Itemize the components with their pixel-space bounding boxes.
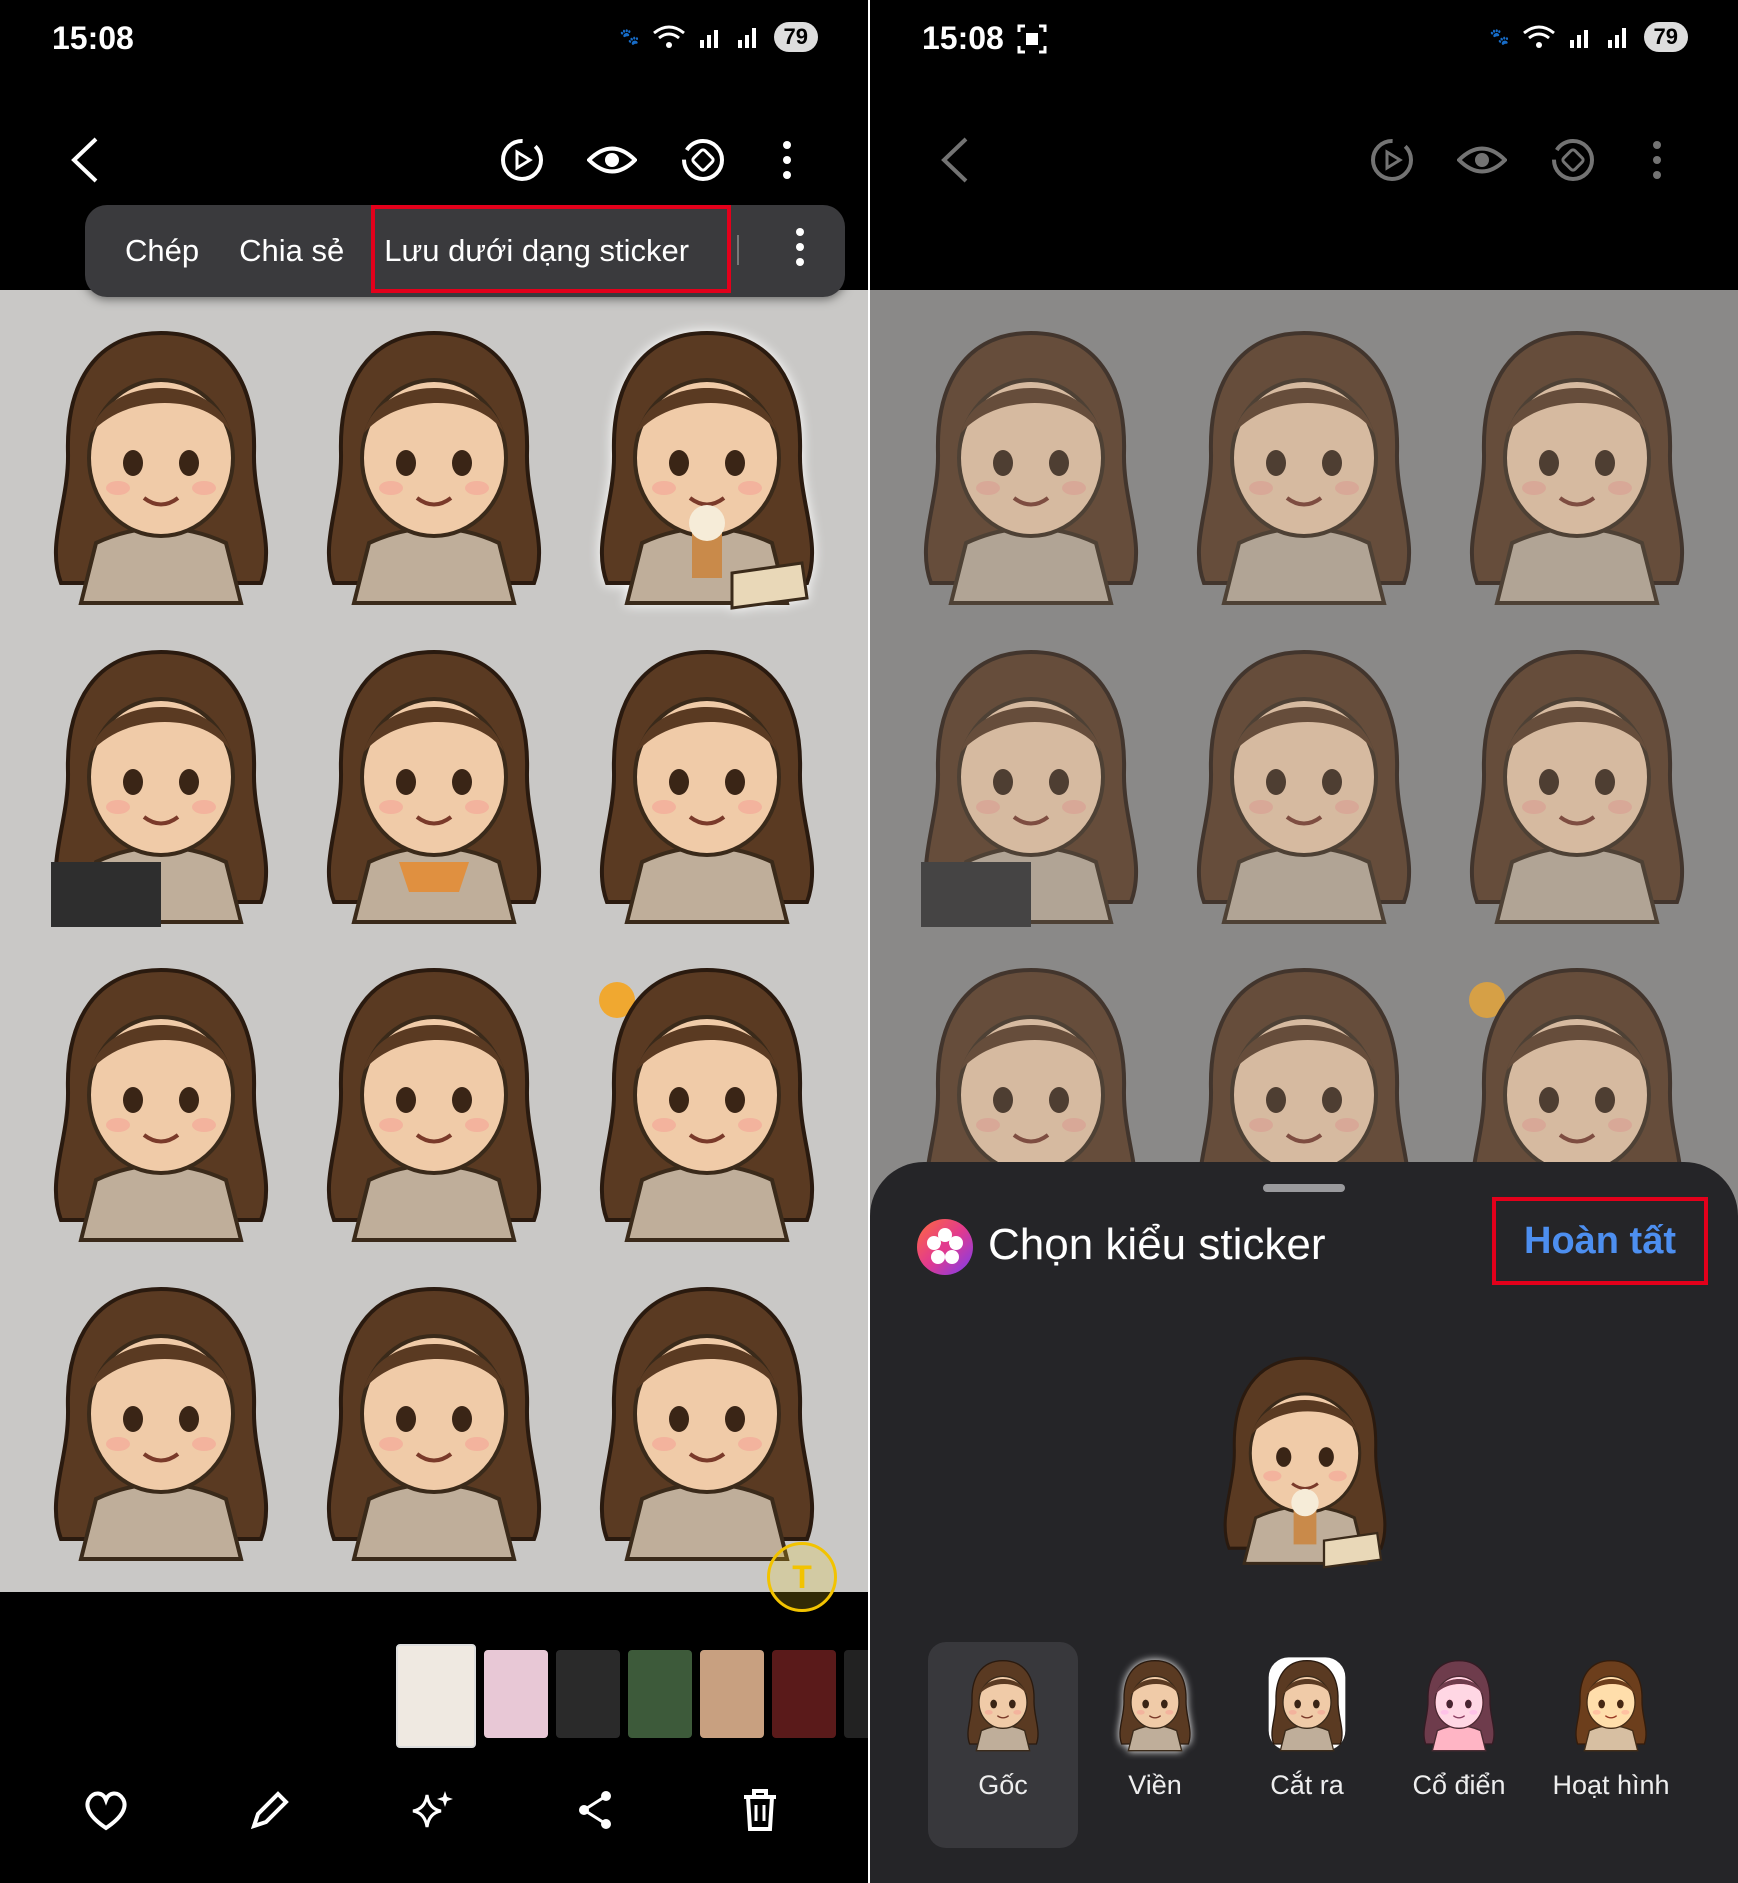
done-button[interactable]: Hoàn tất [1492,1197,1708,1285]
context-popup: Chép Chia sẻ Lưu dưới dạng sticker [85,205,845,297]
sticker [24,304,297,623]
photo-viewer[interactable] [0,290,868,1592]
style-thumbnail [1423,1659,1495,1752]
bottom-action-bar [0,1780,868,1860]
sticker [571,941,844,1260]
thumbnail[interactable] [628,1650,692,1738]
style-label: Cổ điển [1412,1770,1506,1800]
trash-icon[interactable] [730,1780,790,1840]
style-options: Gốc Viền Cắt ra Cổ điển Hoạt hình [928,1642,1688,1848]
thumbnail-selected[interactable] [396,1644,476,1748]
sticker-style-sheet: Chọn kiểu sticker Hoàn tất Gốc Viền Cắt … [870,1162,1738,1883]
status-bar: 15:08 🐾 79 [870,0,1738,80]
style-thumbnail [1575,1659,1647,1752]
style-thumbnail [1119,1659,1191,1752]
sticker [894,304,1167,623]
sticker [297,941,570,1260]
right-screen: 15:08 🐾 79 Chọn kiểu sticker Hoàn tất Gố… [870,0,1738,1883]
sticker [24,1260,297,1579]
sticker [894,623,1167,942]
style-label: Gốc [978,1770,1028,1800]
back-icon[interactable] [925,130,985,190]
signal-icon [1569,30,1588,48]
more-vert-icon[interactable] [1627,130,1687,190]
motion-photo-icon[interactable] [1362,130,1422,190]
sticker [571,623,844,942]
style-option-vintage[interactable]: Cổ điển [1384,1642,1534,1848]
thumbnail[interactable] [700,1650,764,1738]
separator [737,235,739,265]
screen-capture-icon [1017,24,1047,54]
thumbnail[interactable] [556,1650,620,1738]
drag-handle[interactable] [1263,1184,1345,1192]
wifi-icon [1522,25,1555,48]
thumbnail[interactable] [844,1650,868,1738]
sparkle-ai-icon[interactable] [402,1780,462,1840]
sticker [1441,623,1714,942]
share-text-button[interactable]: Chia sẻ [219,233,364,269]
sticker [571,1260,844,1579]
status-time: 15:08 [922,20,1004,56]
sticker [297,304,570,623]
thumbnail[interactable] [772,1650,836,1738]
sticker [297,623,570,942]
status-icons: 🐾 79 [620,22,818,52]
sticker [1441,304,1714,623]
eye-icon[interactable] [582,130,642,190]
sticker-app-icon [917,1219,973,1275]
sticker [1167,623,1440,942]
copy-button[interactable]: Chép [105,233,219,269]
signal-icon [699,30,718,48]
eye-icon[interactable] [1452,130,1512,190]
style-option-cutout[interactable]: Cắt ra [1232,1642,1382,1848]
back-icon[interactable] [55,130,115,190]
sticker [297,1260,570,1579]
style-option-cartoon[interactable]: Hoạt hình [1536,1642,1686,1848]
sticker-preview [1223,1356,1387,1569]
status-time: 15:08 [52,20,134,56]
thumbnail-strip [396,1644,868,1748]
style-label: Viền [1128,1770,1182,1800]
text-extract-icon[interactable]: T [767,1542,837,1612]
battery-indicator: 79 [1643,22,1688,52]
share-icon[interactable] [566,1780,626,1840]
thumbnail[interactable] [484,1650,548,1738]
highlight-box [371,205,731,293]
sticker-selected[interactable] [571,304,844,623]
more-vert-icon[interactable] [795,227,805,272]
battery-indicator: 79 [773,22,818,52]
style-thumbnail [967,1659,1039,1752]
motion-photo-icon[interactable] [492,130,552,190]
sticker [24,623,297,942]
sticker [24,941,297,1260]
left-screen: 15:08 🐾 79 Chép Chia sẻ Lưu dưới dạng st… [0,0,868,1883]
sheet-title: Chọn kiểu sticker [988,1220,1326,1269]
top-app-bar-dimmed [870,130,1738,210]
style-thumbnail [1268,1657,1346,1752]
style-label: Cắt ra [1270,1770,1344,1800]
heart-icon[interactable] [76,1780,136,1840]
signal-icon [1607,28,1626,48]
style-option-border[interactable]: Viền [1080,1642,1230,1848]
paw-icon: 🐾 [1489,29,1510,46]
remaster-icon[interactable] [1543,130,1603,190]
edit-pencil-icon[interactable] [240,1780,300,1840]
paw-icon: 🐾 [619,29,640,46]
status-icons: 🐾 79 [1490,22,1688,52]
signal-icon [737,28,756,48]
wifi-icon [652,25,685,48]
more-vert-icon[interactable] [757,130,817,190]
status-bar: 15:08 🐾 79 [0,0,868,80]
style-option-original[interactable]: Gốc [928,1642,1078,1848]
top-app-bar [0,130,868,210]
sticker [1167,304,1440,623]
style-label: Hoạt hình [1552,1770,1670,1800]
remaster-icon[interactable] [673,130,733,190]
